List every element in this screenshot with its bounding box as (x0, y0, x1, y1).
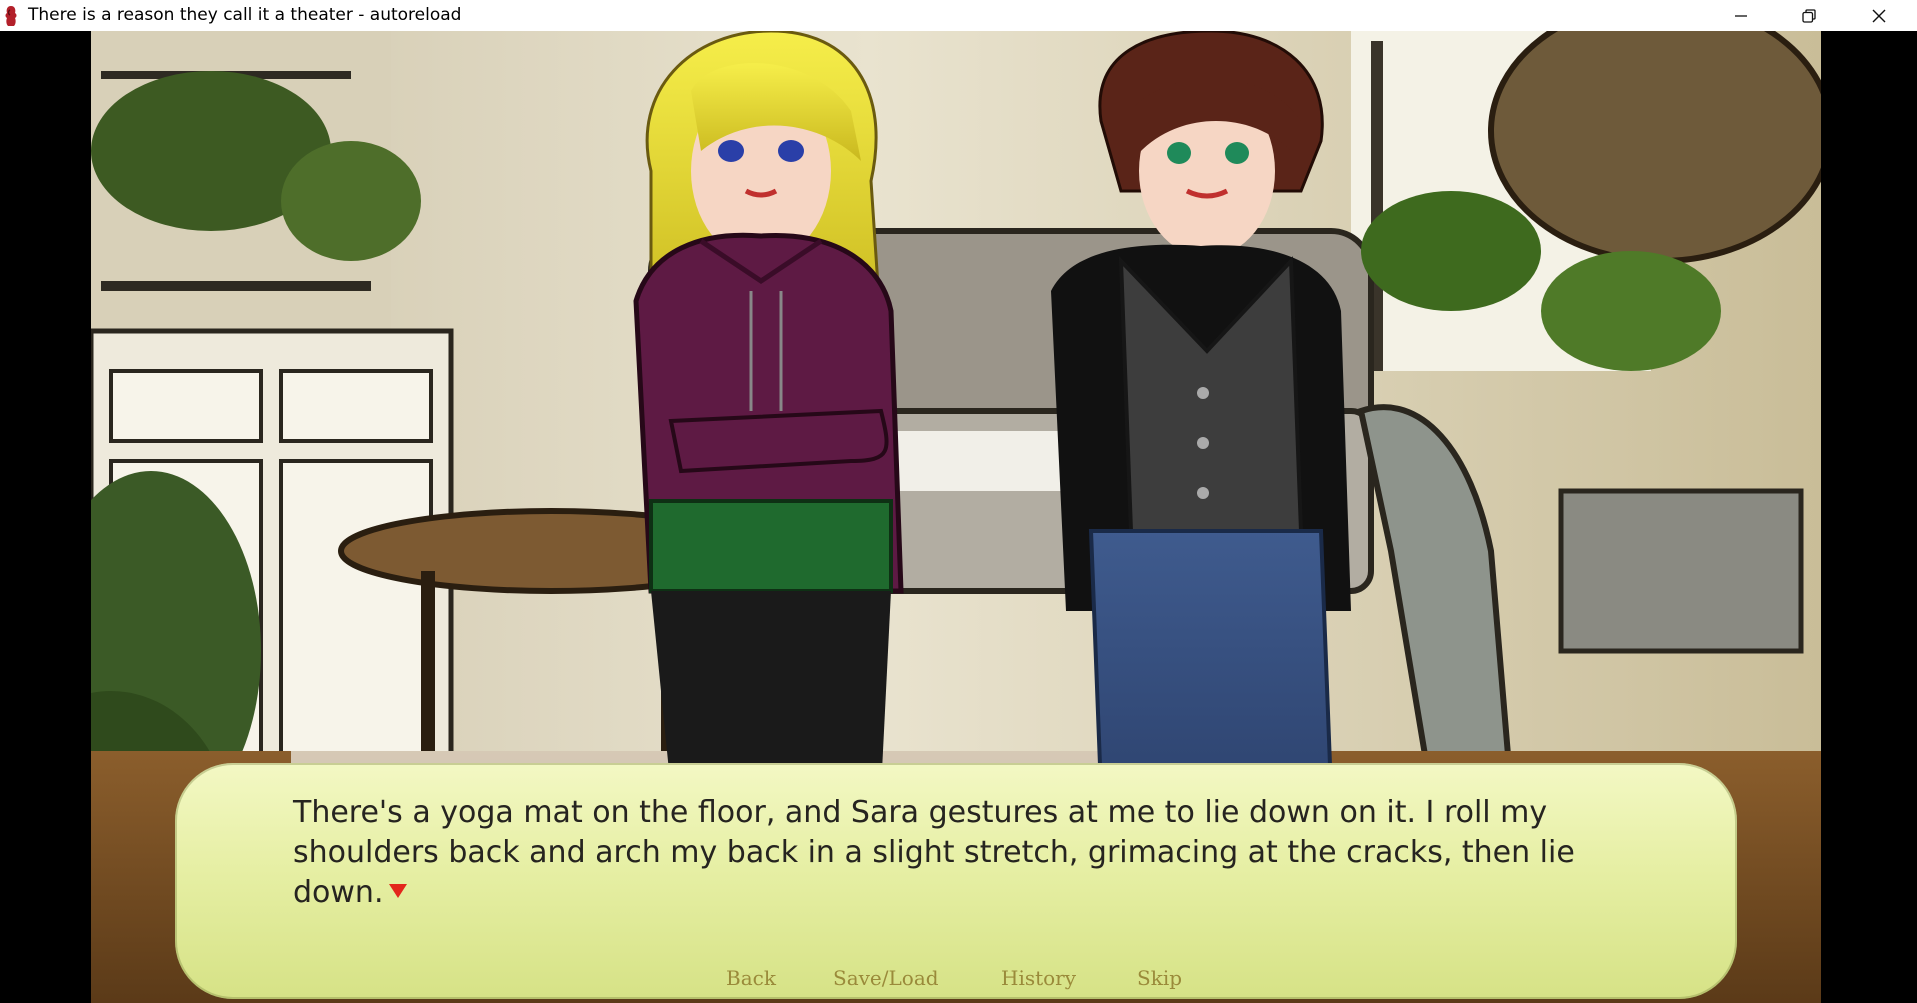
window-title-bar: There is a reason they call it a theater… (0, 0, 1917, 31)
game-viewport[interactable]: There's a yoga mat on the floor, and Sar… (91, 31, 1821, 1003)
quick-menu-history-button[interactable]: History (1001, 966, 1076, 990)
dialogue-line: There's a yoga mat on the floor, and Sar… (293, 795, 1575, 910)
close-icon (1872, 9, 1886, 22)
quick-menu-skip-button[interactable]: Skip (1137, 966, 1182, 990)
character-blonde (633, 31, 904, 791)
dialogue-text: There's a yoga mat on the floor, and Sar… (293, 793, 1673, 913)
restore-icon (1802, 8, 1816, 23)
quick-menu-save-load-button[interactable]: Save/Load (833, 966, 939, 990)
minimize-button[interactable] (1718, 0, 1764, 31)
minimize-icon (1735, 14, 1747, 17)
close-button[interactable] (1856, 0, 1902, 31)
quick-menu-back-button[interactable]: Back (726, 966, 776, 990)
dialogue-box[interactable]: There's a yoga mat on the floor, and Sar… (175, 763, 1737, 999)
restore-button[interactable] (1786, 0, 1832, 31)
continue-indicator-icon (389, 884, 408, 898)
quick-menu: Back Save/Load History Skip (91, 966, 1821, 992)
app-icon (5, 6, 17, 26)
window-title: There is a reason they call it a theater… (28, 5, 462, 25)
